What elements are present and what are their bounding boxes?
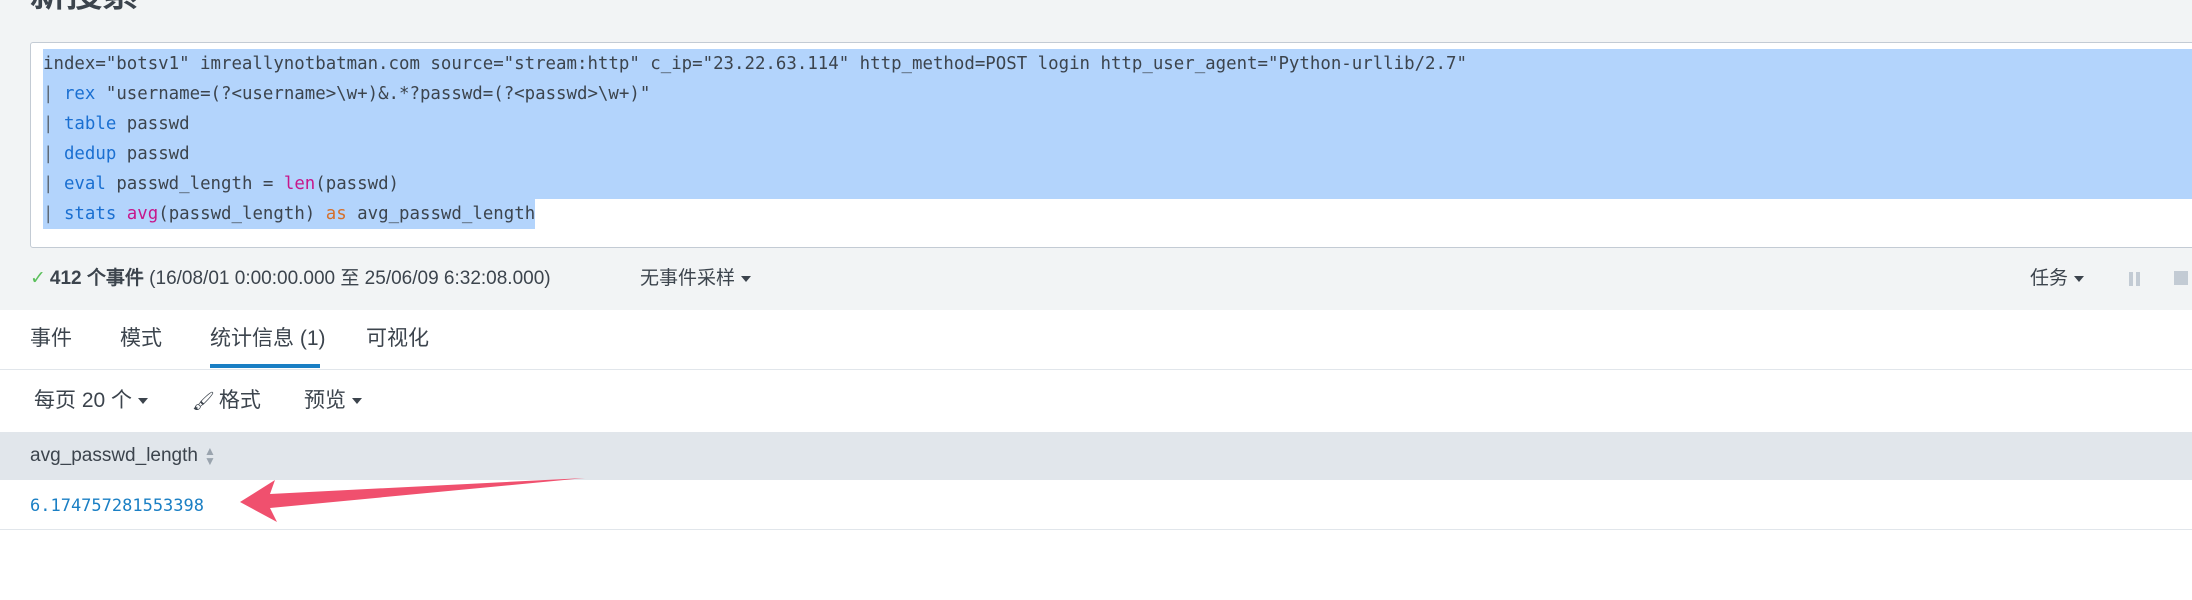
search-line-3: | table passwd (43, 109, 2192, 139)
caret-down-icon (2074, 275, 2085, 282)
command-args: passwd_length = (105, 174, 284, 194)
job-menu-dropdown[interactable]: 任务 (2030, 266, 2085, 292)
command-keyword: rex (63, 84, 96, 104)
pause-icon-bar (2129, 272, 2133, 286)
command-args: "username=(?<username>\w+)&.*?passwd=(?<… (95, 84, 651, 104)
pipe-symbol: | (43, 84, 64, 104)
job-menu-label: 任务 (2030, 268, 2069, 289)
command-keyword: table (63, 114, 117, 134)
search-area: 新搜索 index="botsv1" imreallynotbatman.com… (0, 0, 2192, 310)
per-page-dropdown[interactable]: 每页 20 个 (34, 388, 149, 414)
event-sampling-label: 无事件采样 (640, 268, 736, 289)
arrow-shape (240, 478, 585, 522)
command-args: passwd (116, 144, 190, 164)
event-sampling-dropdown[interactable]: 无事件采样 (640, 266, 752, 292)
pipe-symbol: | (43, 114, 64, 134)
results-toolbar: 每页 20 个 🖌 格式 预览 (0, 370, 2192, 432)
search-line-text: index="botsv1" imreallynotbatman.com sou… (43, 54, 1467, 74)
table-cell-avg-passwd-length[interactable]: 6.174757281553398 (30, 494, 204, 518)
search-query-editor[interactable]: index="botsv1" imreallynotbatman.com sou… (30, 42, 2192, 248)
caret-down-icon (352, 398, 362, 405)
brush-icon: 🖌 (192, 391, 215, 411)
search-status: ✓ 412 个事件 (16/08/01 0:00:00.000 至 25/06/0… (30, 266, 551, 292)
pipe-symbol: | (43, 204, 64, 224)
function-keyword: avg (126, 204, 159, 224)
tab-visualization[interactable]: 可视化 (366, 326, 429, 352)
column-header-avg-passwd-length[interactable]: avg_passwd_length ▲ ▼ (30, 444, 216, 468)
pipe-symbol: | (43, 174, 64, 194)
event-count[interactable]: 412 个事件 (50, 268, 144, 289)
command-args: (passwd) (315, 174, 400, 194)
search-line-6: | stats avg(passwd_length) as avg_passwd… (43, 199, 536, 229)
command-args: avg_passwd_length (346, 204, 536, 224)
page-title: 新搜索 (30, 0, 138, 14)
pipe-symbol: | (43, 144, 64, 164)
command-args: (passwd_length) (158, 204, 326, 224)
preview-dropdown[interactable]: 预览 (304, 388, 362, 414)
active-tab-indicator (210, 364, 320, 368)
tab-statistics[interactable]: 统计信息 (1) (210, 326, 326, 352)
column-header-label: avg_passwd_length (30, 445, 198, 466)
as-keyword: as (325, 204, 347, 224)
tab-events[interactable]: 事件 (30, 326, 72, 352)
pause-button[interactable] (2126, 270, 2144, 288)
sort-icon: ▲ ▼ (203, 443, 216, 468)
caret-down-icon (741, 275, 752, 282)
command-keyword: dedup (63, 144, 117, 164)
pause-icon-bar (2136, 272, 2140, 286)
search-line-5: | eval passwd_length = len(passwd) (43, 169, 2192, 199)
time-range: (16/08/01 0:00:00.000 至 25/06/09 6:32:08… (143, 268, 551, 289)
command-args: passwd (116, 114, 190, 134)
per-page-label: 每页 20 个 (34, 389, 133, 412)
format-button[interactable]: 🖌 格式 (192, 388, 261, 414)
caret-down-icon (138, 398, 149, 405)
annotation-arrow-icon (240, 478, 585, 522)
search-line-4: | dedup passwd (43, 139, 2192, 169)
format-label: 格式 (218, 389, 261, 412)
tab-patterns[interactable]: 模式 (120, 326, 162, 352)
check-icon: ✓ (30, 268, 46, 289)
command-keyword: eval (63, 174, 106, 194)
search-line-1: index="botsv1" imreallynotbatman.com sou… (43, 49, 2192, 79)
function-keyword: len (283, 174, 316, 194)
results-tabs: 事件 模式 统计信息 (1) 可视化 (0, 310, 2192, 370)
stop-button[interactable] (2174, 271, 2188, 285)
preview-label: 预览 (304, 389, 346, 412)
command-keyword: stats (63, 204, 117, 224)
search-line-2: | rex "username=(?<username>\w+)&.*?pass… (43, 79, 2192, 109)
